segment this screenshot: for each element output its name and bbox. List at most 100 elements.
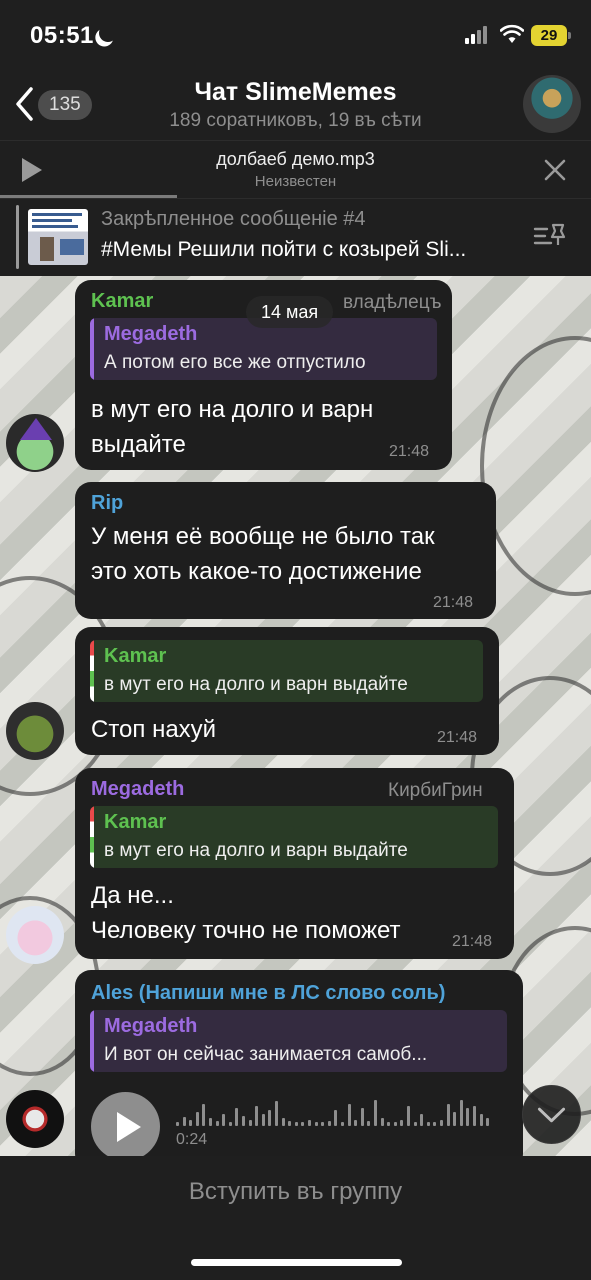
waveform-bar (400, 1120, 404, 1126)
track-artist: Неизвестен (254, 173, 337, 190)
waveform-bar (195, 1112, 199, 1126)
pinned-label: Закрѣпленное сообщеніе #4 (101, 208, 366, 230)
waveform-bar (176, 1122, 179, 1126)
reply-preview[interactable]: Kamar в мут его на долго и варн выдайте (90, 806, 498, 868)
waveform-bar (235, 1108, 239, 1126)
waveform-bar (367, 1121, 371, 1126)
waveform-bar (407, 1106, 410, 1126)
pinned-text: #Мемы Решили пойти с козырей Sli... (101, 238, 467, 261)
waveform-bar (387, 1122, 391, 1126)
waveform-bar (440, 1120, 443, 1126)
message-text: Да не... Человеку точно не поможет (91, 882, 401, 944)
chat-header: 135 Чат SlimeMemes 189 соратниковъ, 19 в… (0, 72, 591, 140)
waveform-bar (466, 1108, 470, 1126)
reply-text: И вот он сейчас занимается самоб... (104, 1044, 428, 1065)
waveform-bar (433, 1122, 437, 1126)
reply-text: А потом его все же отпустило (104, 352, 366, 373)
pinned-thumbnail (28, 209, 88, 265)
message-text: в мут его на долго и варн выдайте (91, 396, 374, 458)
voice-waveform[interactable] (176, 1096, 496, 1126)
sender-name[interactable]: Kamar (91, 290, 153, 313)
join-bar: Вступить въ группу (0, 1156, 591, 1280)
avatar[interactable] (6, 414, 64, 472)
status-bar: 05:51 29 (0, 0, 591, 72)
message-time: 21:48 (452, 933, 493, 950)
waveform-bar (209, 1118, 212, 1126)
waveform-bar (374, 1100, 377, 1126)
reply-sender: Megadeth (104, 1015, 198, 1037)
message-text: У меня её вообще не было так это хоть ка… (91, 523, 435, 585)
reply-sender: Kamar (104, 645, 167, 667)
voice-play-button[interactable] (91, 1092, 160, 1161)
sender-name[interactable]: Rip (91, 492, 123, 515)
waveform-bar (261, 1114, 265, 1126)
avatar[interactable] (6, 1090, 64, 1148)
sender-name[interactable]: Ales (Напиши мне в ЛС слово соль) (91, 982, 445, 1005)
waveform-bar (347, 1104, 351, 1126)
avatar[interactable] (6, 702, 64, 760)
close-icon[interactable] (542, 157, 568, 183)
group-avatar[interactable] (523, 75, 581, 133)
waveform-bar (202, 1104, 206, 1126)
waveform-bar (275, 1101, 278, 1126)
chat-title[interactable]: Чат SlimeMemes (0, 78, 591, 107)
waveform-bar (486, 1118, 490, 1126)
message-bubble[interactable]: Kamar в мут его на долго и варн выдайте … (75, 627, 499, 755)
waveform-bar (268, 1110, 272, 1126)
waveform-bar (393, 1122, 397, 1126)
pin-list-icon[interactable] (533, 221, 567, 251)
reply-text: в мут его на долго и варн выдайте (104, 674, 408, 695)
avatar[interactable] (6, 906, 64, 964)
sender-name[interactable]: Megadeth (91, 778, 184, 801)
waveform-bar (334, 1110, 338, 1126)
reply-preview[interactable]: Kamar в мут его на долго и варн выдайте (90, 640, 483, 702)
waveform-bar (420, 1114, 424, 1126)
reply-text: в мут его на долго и варн выдайте (104, 840, 408, 861)
pinned-message-bar[interactable]: Закрѣпленное сообщеніе #4 #Мемы Решили п… (0, 198, 591, 276)
waveform-bar (248, 1120, 252, 1126)
waveform-bar (222, 1114, 226, 1126)
waveform-bar (301, 1122, 305, 1126)
message-bubble[interactable]: Megadeth КирбиГрин Kamar в мут его на до… (75, 768, 514, 959)
waveform-bar (281, 1118, 285, 1126)
chevron-down-icon[interactable] (522, 1085, 581, 1144)
waveform-bar (327, 1121, 331, 1126)
waveform-bar (242, 1116, 245, 1126)
reply-sender: Megadeth (104, 323, 198, 345)
waveform-bar (189, 1120, 193, 1126)
clock: 05:51 (30, 22, 94, 49)
waveform-bar (473, 1106, 476, 1126)
battery-indicator: 29 (531, 25, 567, 46)
waveform-bar (479, 1114, 483, 1126)
waveform-bar (459, 1100, 463, 1126)
chat-subtitle: 189 соратниковъ, 19 въ сѣти (169, 110, 422, 131)
waveform-bar (308, 1120, 311, 1126)
message-time: 21:48 (433, 594, 474, 611)
waveform-bar (380, 1118, 384, 1126)
signal-icon (465, 26, 489, 44)
sender-role: владѣлецъ (343, 292, 442, 313)
waveform-bar (321, 1122, 325, 1126)
date-pill: 14 мая (246, 296, 334, 328)
pinned-indicator (16, 205, 19, 269)
message-time: 21:48 (437, 729, 478, 746)
waveform-bar (228, 1122, 232, 1126)
message-time: 21:48 (389, 443, 430, 460)
join-group-button[interactable]: Вступить въ группу (0, 1178, 591, 1206)
wifi-icon (500, 24, 524, 43)
battery-tip (568, 32, 571, 39)
track-title: долбаеб демо.mp3 (216, 149, 375, 169)
waveform-bar (426, 1122, 430, 1126)
audio-player-bar[interactable]: долбаеб демо.mp3 Неизвестен (0, 140, 591, 198)
waveform-bar (215, 1121, 219, 1126)
waveform-bar (288, 1121, 292, 1126)
message-bubble[interactable]: Rip У меня её вообще не было так это хот… (75, 482, 496, 619)
waveform-bar (413, 1122, 417, 1126)
waveform-bar (453, 1112, 457, 1126)
waveform-bar (354, 1120, 358, 1126)
reply-preview[interactable]: Megadeth И вот он сейчас занимается само… (90, 1010, 507, 1072)
sender-role: КирбиГрин (388, 780, 483, 801)
waveform-bar (182, 1117, 186, 1126)
message-text: Стоп нахуй (91, 716, 217, 743)
waveform-bar (446, 1104, 450, 1126)
